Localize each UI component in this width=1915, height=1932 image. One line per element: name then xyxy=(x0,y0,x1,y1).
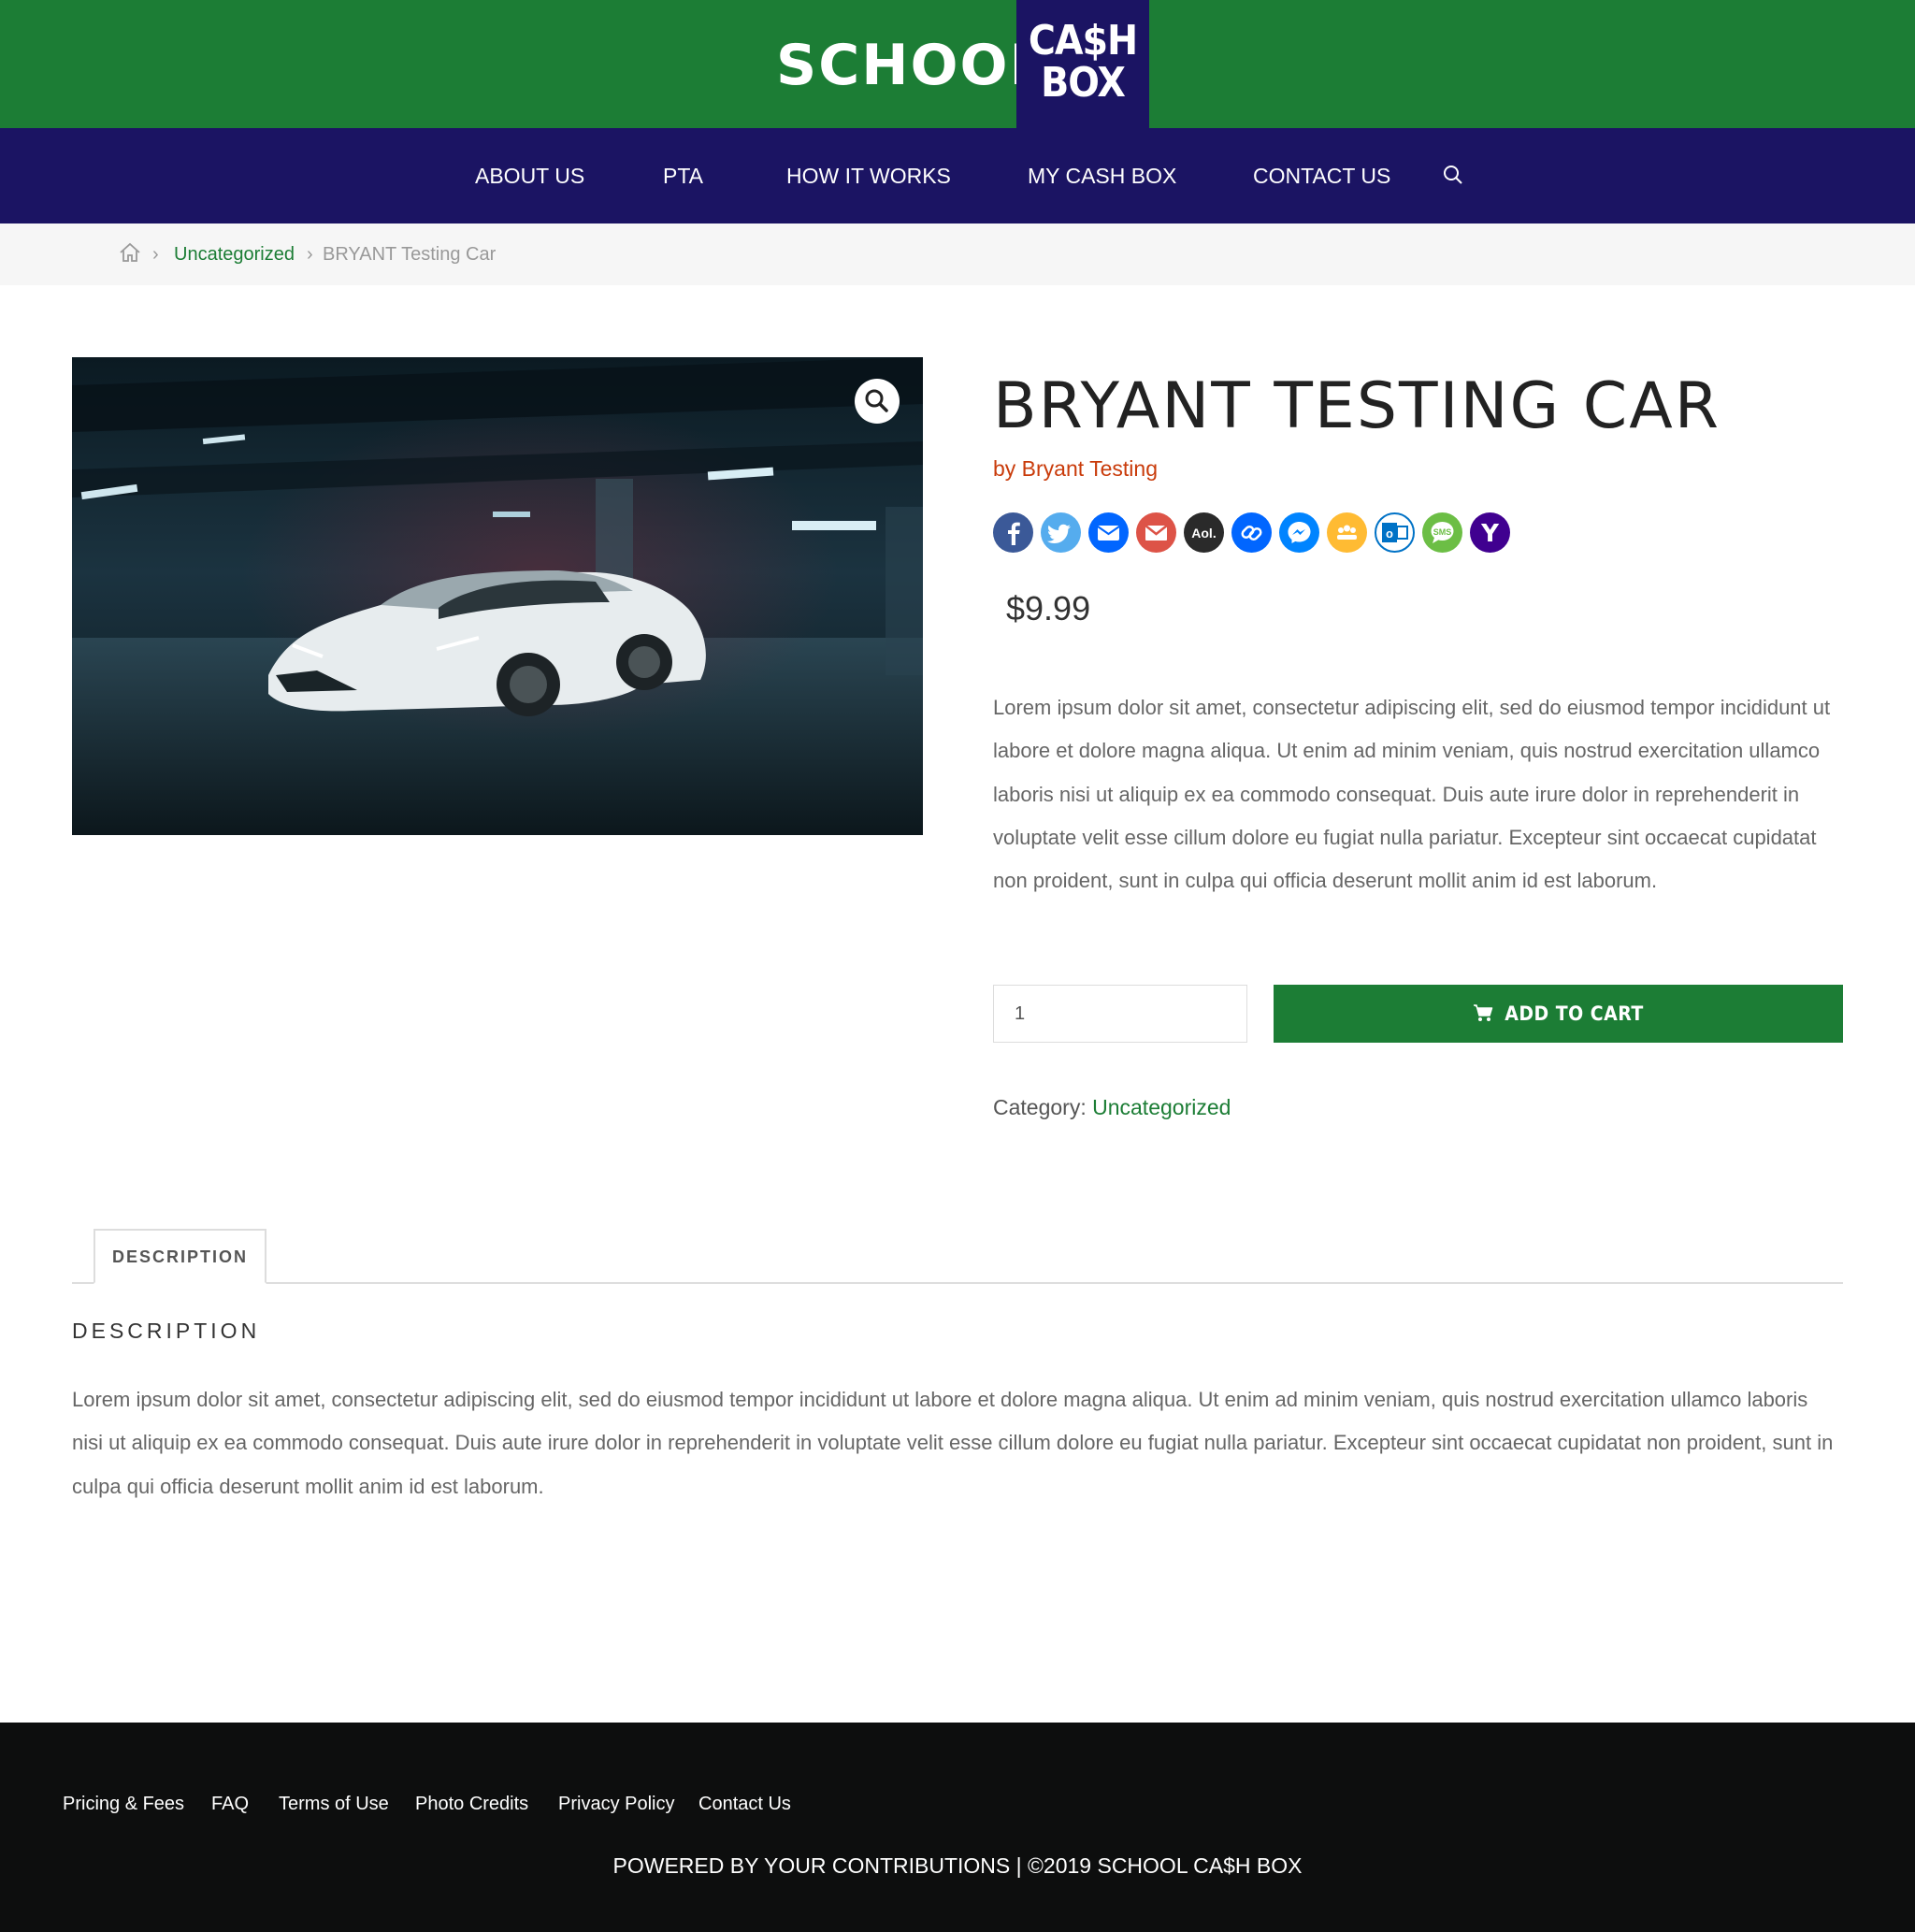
sms-share-icon[interactable]: SMS xyxy=(1422,512,1462,553)
logo-cash-box[interactable]: CA$H BOX xyxy=(1016,0,1149,128)
product-short-description: Lorem ipsum dolor sit amet, consectetur … xyxy=(993,696,1831,893)
product-author[interactable]: by Bryant Testing xyxy=(993,456,1158,482)
nav-how-it-works[interactable]: HOW IT WORKS xyxy=(786,128,951,223)
description-body: Lorem ipsum dolor sit amet, consectetur … xyxy=(72,1388,1834,1498)
cart-icon xyxy=(1474,1004,1493,1021)
product-price: $9.99 xyxy=(1006,589,1091,627)
breadcrumb-separator: › xyxy=(307,244,313,265)
footer-link-privacy[interactable]: Privacy Policy xyxy=(558,1794,674,1815)
svg-text:Y: Y xyxy=(1480,520,1500,548)
tabs-divider xyxy=(72,1282,1843,1284)
footer-link-photo-credits[interactable]: Photo Credits xyxy=(415,1794,528,1815)
breadcrumb-current: BRYANT Testing Car xyxy=(323,244,497,265)
site-footer xyxy=(0,1723,1915,1932)
category-link[interactable]: Uncategorized xyxy=(1092,1095,1231,1119)
breadcrumb-category-link[interactable]: Uncategorized xyxy=(174,223,295,285)
nav-contact-us[interactable]: CONTACT US xyxy=(1253,128,1390,223)
aol-share-icon[interactable]: Aol. xyxy=(1184,512,1224,553)
home-icon[interactable] xyxy=(118,240,142,265)
svg-text:o: o xyxy=(1386,526,1393,541)
outlook-share-icon[interactable]: o xyxy=(1375,512,1415,553)
quantity-input[interactable]: 1 xyxy=(993,985,1247,1043)
footer-link-pricing[interactable]: Pricing & Fees xyxy=(63,1794,184,1815)
breadcrumb: › Uncategorized › BRYANT Testing Car xyxy=(0,223,1915,285)
site-header: SCHOOL CA$H BOX xyxy=(0,0,1915,128)
footer-copyright: POWERED BY YOUR CONTRIBUTIONS | ©2019 SC… xyxy=(612,1853,1303,1878)
footer-link-terms[interactable]: Terms of Use xyxy=(279,1794,389,1815)
product-image[interactable] xyxy=(72,357,923,835)
gmail-share-icon[interactable] xyxy=(1136,512,1176,553)
add-to-cart-button[interactable]: ADD TO CART xyxy=(1274,985,1843,1043)
facebook-share-icon[interactable] xyxy=(993,512,1033,553)
logo-school-text[interactable]: SCHOOL xyxy=(776,28,1047,103)
magnifier-icon xyxy=(865,389,888,412)
yahoo-share-icon[interactable]: Y xyxy=(1470,512,1510,553)
breadcrumb-separator: › xyxy=(152,244,159,265)
category-label: Category: xyxy=(993,1095,1087,1119)
svg-text:SMS: SMS xyxy=(1433,527,1452,537)
svg-text:Aol.: Aol. xyxy=(1191,526,1216,541)
logo-box-text: BOX xyxy=(1041,59,1126,107)
myspace-share-icon[interactable] xyxy=(1327,512,1367,553)
copy-link-icon[interactable] xyxy=(1231,512,1272,553)
email-share-icon[interactable] xyxy=(1088,512,1129,553)
zoom-button[interactable] xyxy=(855,379,900,424)
description-heading: DESCRIPTION xyxy=(72,1319,261,1343)
product-title: BRYANT TESTING CAR xyxy=(993,369,1721,443)
main-nav: ABOUT US PTA HOW IT WORKS MY CASH BOX CO… xyxy=(0,128,1915,223)
footer-link-contact[interactable]: Contact Us xyxy=(698,1794,791,1815)
nav-pta[interactable]: PTA xyxy=(663,128,703,223)
logo-cash-text: CA$H xyxy=(1028,17,1138,65)
nav-about-us[interactable]: ABOUT US xyxy=(475,128,584,223)
nav-my-cash-box[interactable]: MY CASH BOX xyxy=(1028,128,1176,223)
messenger-share-icon[interactable] xyxy=(1279,512,1319,553)
twitter-share-icon[interactable] xyxy=(1041,512,1081,553)
car-illustration xyxy=(72,357,923,835)
add-to-cart-label: ADD TO CART xyxy=(1505,1002,1644,1025)
search-icon[interactable] xyxy=(1441,163,1465,187)
product-category: Category: Uncategorized xyxy=(993,1095,1231,1120)
footer-link-faq[interactable]: FAQ xyxy=(211,1794,249,1815)
tab-description[interactable]: DESCRIPTION xyxy=(94,1229,266,1284)
